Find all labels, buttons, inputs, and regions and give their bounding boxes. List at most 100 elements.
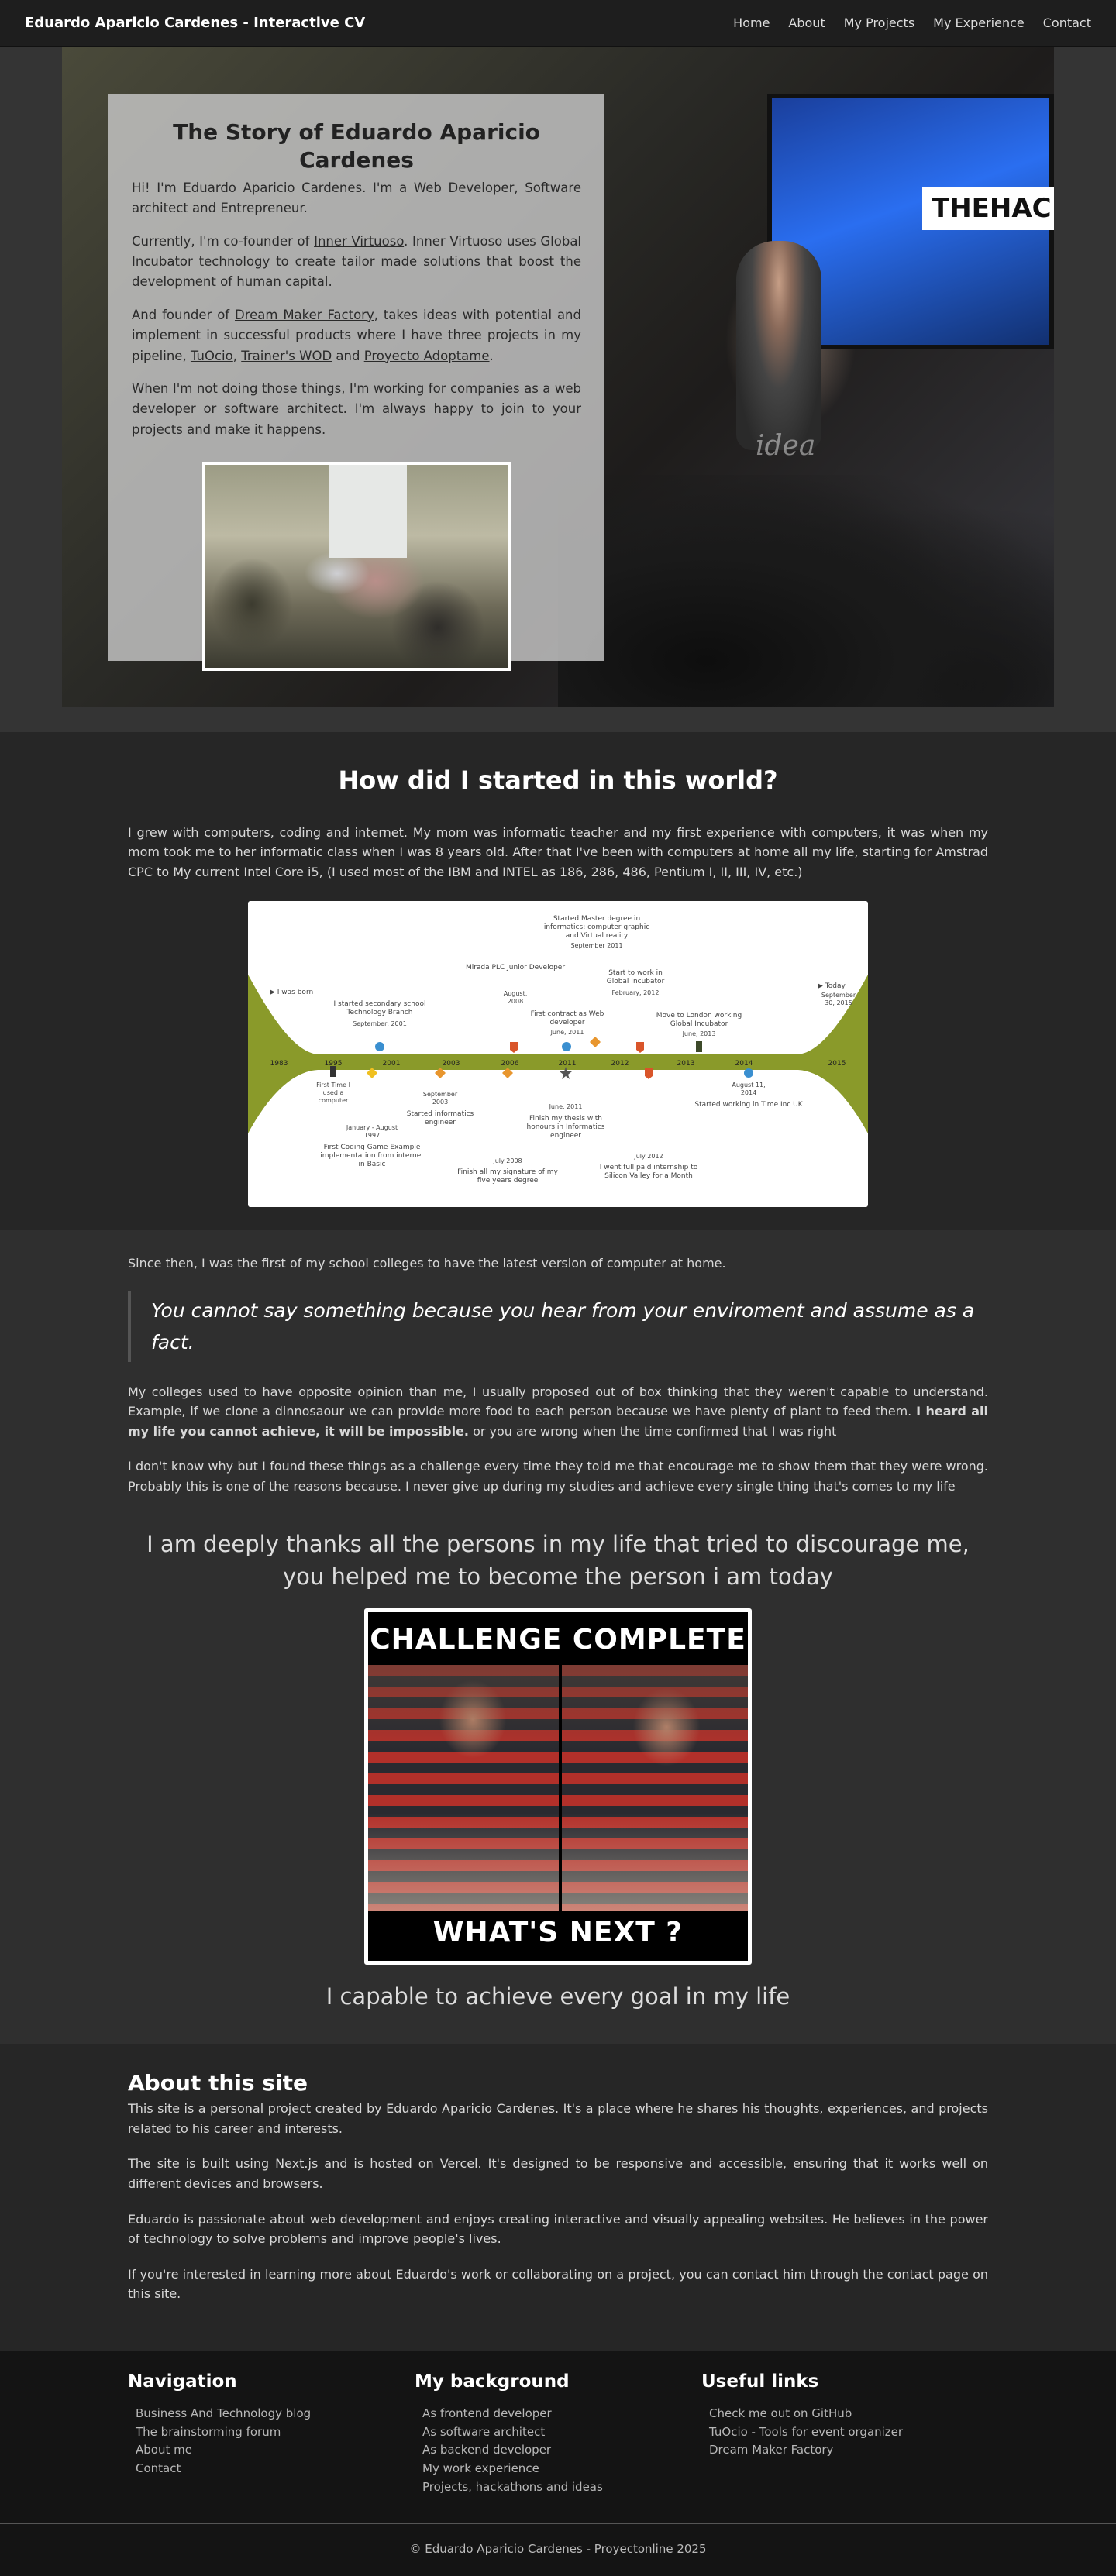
timeline-year: 1983 [270, 1060, 288, 1068]
footer: Navigation Business And Technology blog … [0, 2350, 1116, 2525]
idea-watermark: idea [756, 430, 816, 462]
footer-heading: Navigation [128, 2371, 237, 2392]
nav-link-my-projects[interactable]: My Projects [844, 13, 914, 33]
timeline-date: 1997 [364, 1132, 380, 1139]
timeline-event: used a [323, 1089, 344, 1096]
about-heading: About this site [128, 2069, 308, 2096]
nav-link-contact[interactable]: Contact [1043, 13, 1091, 33]
footer-link-forum[interactable]: The brainstorming forum [136, 2423, 415, 2442]
hero-background-photo: THEHAC idea The Story of Eduardo Aparici… [62, 47, 1054, 707]
timeline-marker [510, 1041, 518, 1053]
tuocio-link[interactable]: TuOcio [191, 349, 233, 363]
timeline-event: Finish my thesis with [529, 1115, 602, 1123]
dream-maker-factory-link[interactable]: Dream Maker Factory [235, 308, 374, 322]
top-navbar: Eduardo Aparicio Cardenes - Interactive … [0, 0, 1116, 47]
story-work: When I'm not doing those things, I'm wor… [132, 380, 581, 437]
footer-link-backend[interactable]: As backend developer [422, 2441, 701, 2460]
story-founder: And founder of Dream Maker Factory, take… [132, 305, 581, 366]
footer-col-useful-links: Useful links Check me out on GitHub TuOc… [701, 2368, 988, 2496]
timeline-year: 2014 [735, 1060, 753, 1068]
timeline-date: September [423, 1091, 458, 1098]
timeline-date: July 2008 [492, 1157, 522, 1164]
timeline-event: implementation from internet [320, 1152, 424, 1160]
text: Currently, I'm co-founder of [132, 233, 315, 249]
timeline-date: February, 2012 [612, 989, 660, 996]
hero-section: THEHAC idea The Story of Eduardo Aparici… [0, 47, 1116, 732]
footer-col-navigation: Navigation Business And Technology blog … [128, 2368, 415, 2496]
nav-link-about[interactable]: About [788, 13, 825, 33]
timeline-date: September, 2001 [353, 1020, 407, 1027]
timeline-event: engineer [550, 1132, 581, 1140]
challenge-story-section: Since then, I was the first of my school… [0, 1230, 1116, 2044]
timeline-event: Global Incubator [607, 978, 665, 985]
text: And founder of [132, 307, 235, 322]
photo-wall [329, 465, 407, 559]
trainers-wod-link[interactable]: Trainer's WOD [241, 349, 332, 363]
timeline-layer: 1983 1995 2001 2003 2006 2011 2012 2013 2014 2015… [270, 915, 856, 1185]
whats-next-text: WHAT'S NEXT ? [432, 1917, 684, 1949]
footer-link-tuocio[interactable]: TuOcio - Tools for event organizer [709, 2423, 988, 2442]
timeline-year: 2012 [611, 1060, 629, 1068]
timeline-date: June, 2011 [549, 1103, 583, 1110]
about-paragraph: If you're interested in learning more ab… [128, 2266, 988, 2302]
text: , [232, 348, 242, 363]
footer-heading: Useful links [701, 2371, 819, 2392]
footer-link-experience[interactable]: My work experience [422, 2460, 701, 2478]
story-cofounder: Currently, I'm co-founder of Inner Virtu… [132, 232, 581, 293]
timeline-event: in Basic [359, 1161, 386, 1168]
first-computer-paragraph: Since then, I was the first of my school… [128, 1255, 726, 1271]
timeline-event: and Virtual reality [566, 932, 629, 940]
timeline-marker [330, 1065, 336, 1077]
timeline-date: September 2011 [570, 942, 622, 949]
timeline-marker [636, 1041, 644, 1053]
footer-link-frontend[interactable]: As frontend developer [422, 2405, 701, 2423]
timeline-date: August 11, [732, 1082, 765, 1089]
story-intro: Hi! I'm Eduardo Aparicio Cardenes. I'm a… [132, 180, 581, 216]
about-paragraph: This site is a personal project created … [128, 2101, 988, 2136]
timeline-year: 2015 [828, 1060, 846, 1068]
text: . [489, 348, 494, 363]
timeline-end: ▶ Today [818, 982, 846, 990]
inner-virtuoso-link[interactable]: Inner Virtuoso [314, 234, 404, 249]
challenge-paragraph: I don't know why but I found these thing… [128, 1459, 988, 1494]
story-card: The Story of Eduardo Aparicio Cardenes H… [108, 94, 604, 672]
timeline-event: informatics: computer graphic [544, 923, 649, 931]
timeline-marker [744, 1068, 753, 1078]
nav-link-my-experience[interactable]: My Experience [933, 13, 1025, 33]
timeline-event: Technology Branch [346, 1009, 412, 1016]
thanks-statement: I am deeply thanks all the persons in my… [146, 1530, 970, 1590]
footer-heading: My background [415, 2371, 570, 2392]
timeline-marker [562, 1041, 571, 1051]
footer-link-about[interactable]: About me [136, 2441, 415, 2460]
footer-link-projects[interactable]: Projects, hackathons and ideas [422, 2478, 701, 2497]
section-heading: How did I started in this world? [338, 765, 778, 795]
footer-link-blog[interactable]: Business And Technology blog [136, 2405, 415, 2423]
nav-link-home[interactable]: Home [733, 13, 770, 33]
challenge-title: CHALLENGE COMPLETE [370, 1623, 746, 1656]
footer-link-architect[interactable]: As software architect [422, 2423, 701, 2442]
timeline-event: First contract as Web [531, 1010, 604, 1018]
proyecto-adoptame-link[interactable]: Proyecto Adoptame [364, 349, 490, 363]
footer-link-dream-maker[interactable]: Dream Maker Factory [709, 2441, 988, 2460]
copyright: © Eduardo Aparicio Cardenes - Proyectonl… [0, 2524, 1116, 2576]
timeline-event: Started Master degree in [553, 915, 640, 923]
text: or you are wrong when the time confirmed… [469, 1423, 837, 1439]
quote-block: You cannot say something because you hea… [128, 1291, 988, 1362]
timeline-marker [696, 1040, 702, 1052]
footer-link-contact[interactable]: Contact [136, 2460, 415, 2478]
timeline-event: First Coding Game Example [324, 1144, 421, 1151]
timeline-date: July 2012 [633, 1153, 663, 1160]
screen-text: THEHAC [922, 187, 1054, 231]
site-brand[interactable]: Eduardo Aparicio Cardenes - Interactive … [25, 12, 365, 35]
timeline-event: First Time I [316, 1082, 350, 1089]
timeline-year: 2013 [677, 1060, 695, 1068]
footer-link-github[interactable]: Check me out on GitHub [709, 2405, 988, 2423]
timeline-event: Mirada PLC Junior Developer [466, 964, 565, 972]
challenge-photo [368, 1664, 748, 1911]
timeline-start: ▶ I was born [270, 989, 313, 996]
timeline-marker [590, 1036, 601, 1047]
timeline-event: honours in Informatics [527, 1123, 605, 1131]
meeting-photo [202, 462, 511, 672]
speaker-figure [736, 241, 822, 450]
opinion-paragraph: My colleges used to have opposite opinio… [128, 1382, 988, 1442]
